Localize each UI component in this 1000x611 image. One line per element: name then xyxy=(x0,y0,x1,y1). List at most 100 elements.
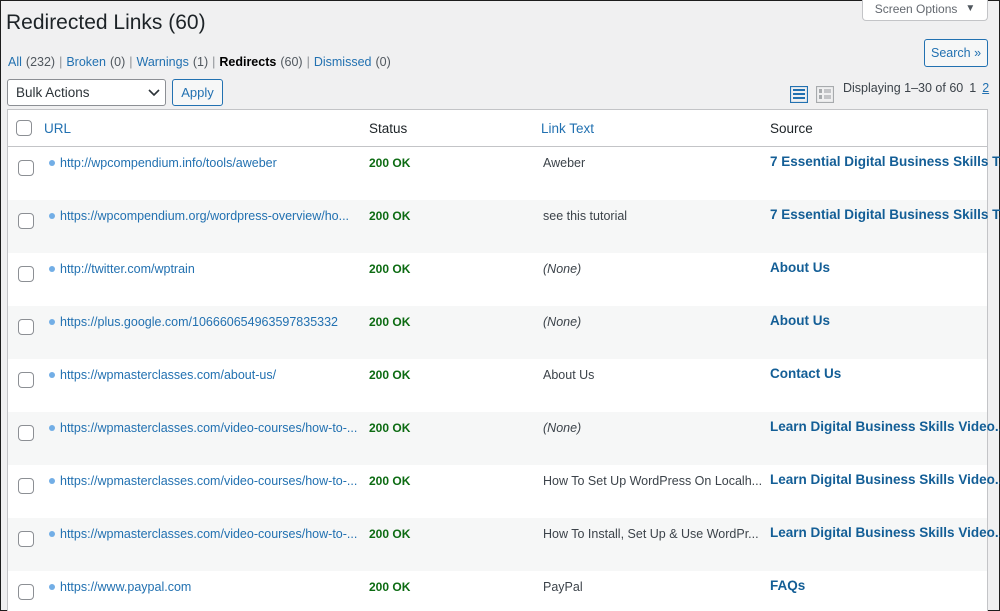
source-link[interactable]: About Us xyxy=(770,260,830,275)
url-link[interactable]: https://wpmasterclasses.com/video-course… xyxy=(60,421,357,435)
link-text: About Us xyxy=(543,368,595,382)
chevron-down-icon xyxy=(143,88,165,97)
status-dot-icon xyxy=(49,266,55,272)
filter-link-dismissed[interactable]: Dismissed xyxy=(314,55,372,69)
source-link[interactable]: Learn Digital Business Skills Video... xyxy=(770,472,1000,487)
select-all-checkbox[interactable] xyxy=(16,120,32,136)
link-text: PayPal xyxy=(543,580,583,594)
filter-separator: | xyxy=(129,55,133,69)
link-text: (None) xyxy=(543,262,582,276)
url-link[interactable]: https://wpmasterclasses.com/about-us/ xyxy=(60,368,276,382)
table-row: https://www.paypal.com 200 OK PayPal FAQs xyxy=(8,571,987,611)
bulk-actions-select[interactable]: Bulk Actions xyxy=(7,79,166,106)
status-dot-icon xyxy=(49,319,55,325)
url-link[interactable]: http://wpcompendium.info/tools/aweber xyxy=(60,156,277,170)
column-header-link-text[interactable]: Link Text xyxy=(541,121,594,136)
table-row: https://plus.google.com/1066606549635978… xyxy=(8,306,987,359)
row-checkbox[interactable] xyxy=(18,478,34,494)
status-filter-links: All (232) | Broken (0) | Warnings (1) | Redirects… xyxy=(8,55,391,69)
filter-link-warnings[interactable]: Warnings xyxy=(136,55,188,69)
apply-button[interactable]: Apply xyxy=(172,79,223,106)
status-text: 200 OK xyxy=(369,209,411,223)
url-cell: https://www.paypal.com xyxy=(49,580,191,594)
row-checkbox[interactable] xyxy=(18,319,34,335)
page-1: 1 xyxy=(969,81,977,95)
links-table: URL Status Link Text Source http://wpcom… xyxy=(7,109,1000,611)
column-header-status: Status xyxy=(369,121,408,136)
filter-dismissed: Dismissed (0) xyxy=(314,55,391,69)
filter-count: (232) xyxy=(25,55,56,69)
pagination: Displaying 1–30 of 60 1 2 xyxy=(843,81,989,95)
row-checkbox[interactable] xyxy=(18,425,34,441)
row-checkbox[interactable] xyxy=(18,266,34,282)
status-text: 200 OK xyxy=(369,580,411,594)
url-cell: https://wpmasterclasses.com/about-us/ xyxy=(49,368,276,382)
link-text: (None) xyxy=(543,315,582,329)
filter-separator: | xyxy=(306,55,310,69)
url-cell: https://plus.google.com/1066606549635978… xyxy=(49,315,338,329)
source-link[interactable]: 7 Essential Digital Business Skills T... xyxy=(770,154,1000,169)
status-dot-icon xyxy=(49,160,55,166)
row-checkbox[interactable] xyxy=(18,160,34,176)
source-link[interactable]: FAQs xyxy=(770,578,805,593)
source-link[interactable]: Contact Us xyxy=(770,366,841,381)
filter-broken: Broken (0) xyxy=(66,55,125,69)
url-link[interactable]: https://wpmasterclasses.com/video-course… xyxy=(60,527,357,541)
screen-options-button[interactable]: Screen Options ▼ xyxy=(862,0,988,21)
status-text: 200 OK xyxy=(369,156,411,170)
url-link[interactable]: https://www.paypal.com xyxy=(60,580,191,594)
status-dot-icon xyxy=(49,584,55,590)
filter-link-all[interactable]: All xyxy=(8,55,22,69)
source-link[interactable]: 7 Essential Digital Business Skills T... xyxy=(770,207,1000,222)
table-row: http://twitter.com/wptrain 200 OK (None) Ab… xyxy=(8,253,987,306)
table-row: https://wpmasterclasses.com/about-us/200… xyxy=(8,359,987,412)
url-link[interactable]: https://plus.google.com/1066606549635978… xyxy=(60,315,338,329)
row-checkbox[interactable] xyxy=(18,531,34,547)
source-link[interactable]: About Us xyxy=(770,313,830,328)
column-header-url[interactable]: URL xyxy=(44,121,71,136)
url-link[interactable]: https://wpmasterclasses.com/video-course… xyxy=(60,474,357,488)
status-dot-icon xyxy=(49,531,55,537)
filter-link-broken[interactable]: Broken xyxy=(66,55,106,69)
url-cell: https://wpmasterclasses.com/video-course… xyxy=(49,421,357,435)
row-checkbox[interactable] xyxy=(18,584,34,600)
filter-link-redirects[interactable]: Redirects xyxy=(219,55,276,69)
status-text: 200 OK xyxy=(369,421,411,435)
column-header-source: Source xyxy=(770,121,813,136)
link-text: Aweber xyxy=(543,156,586,170)
table-row: https://wpcompendium.org/wordpress-overv… xyxy=(8,200,1000,253)
filter-separator: | xyxy=(212,55,216,69)
url-link[interactable]: http://twitter.com/wptrain xyxy=(60,262,195,276)
source-link[interactable]: Learn Digital Business Skills Video... xyxy=(770,419,1000,434)
filter-count: (1) xyxy=(192,55,209,69)
link-text: How To Set Up WordPress On Localh... xyxy=(543,474,763,488)
status-text: 200 OK xyxy=(369,262,411,276)
list-view-icon[interactable] xyxy=(789,85,809,104)
status-text: 200 OK xyxy=(369,527,411,541)
row-checkbox[interactable] xyxy=(18,372,34,388)
url-link[interactable]: https://wpcompendium.org/wordpress-overv… xyxy=(60,209,349,223)
link-text: see this tutorial xyxy=(543,209,628,223)
table-row: https://wpmasterclasses.com/video-course… xyxy=(8,412,1000,465)
filter-count: (0) xyxy=(109,55,126,69)
filter-count: (0) xyxy=(375,55,391,69)
table-row: https://wpmasterclasses.com/video-course… xyxy=(8,465,1000,518)
source-link[interactable]: Learn Digital Business Skills Video... xyxy=(770,525,1000,540)
status-dot-icon xyxy=(49,213,55,219)
status-text: 200 OK xyxy=(369,315,411,329)
link-text: (None) xyxy=(543,421,582,435)
table-row: https://wpmasterclasses.com/video-course… xyxy=(8,518,1000,571)
bulk-actions-value: Bulk Actions xyxy=(16,85,90,100)
status-dot-icon xyxy=(49,425,55,431)
status-dot-icon xyxy=(49,372,55,378)
table-row: http://wpcompendium.info/tools/aweber 200… xyxy=(8,147,1000,200)
excerpt-view-icon[interactable] xyxy=(815,85,835,104)
row-checkbox[interactable] xyxy=(18,213,34,229)
filter-all: All (232) xyxy=(8,55,55,69)
page-2-link[interactable]: 2 xyxy=(982,81,989,95)
filter-redirects: Redirects (60) xyxy=(219,55,302,69)
search-button[interactable]: Search » xyxy=(924,39,988,67)
table-header: URL Status Link Text Source xyxy=(8,110,987,147)
url-cell: https://wpmasterclasses.com/video-course… xyxy=(49,527,357,541)
status-dot-icon xyxy=(49,478,55,484)
